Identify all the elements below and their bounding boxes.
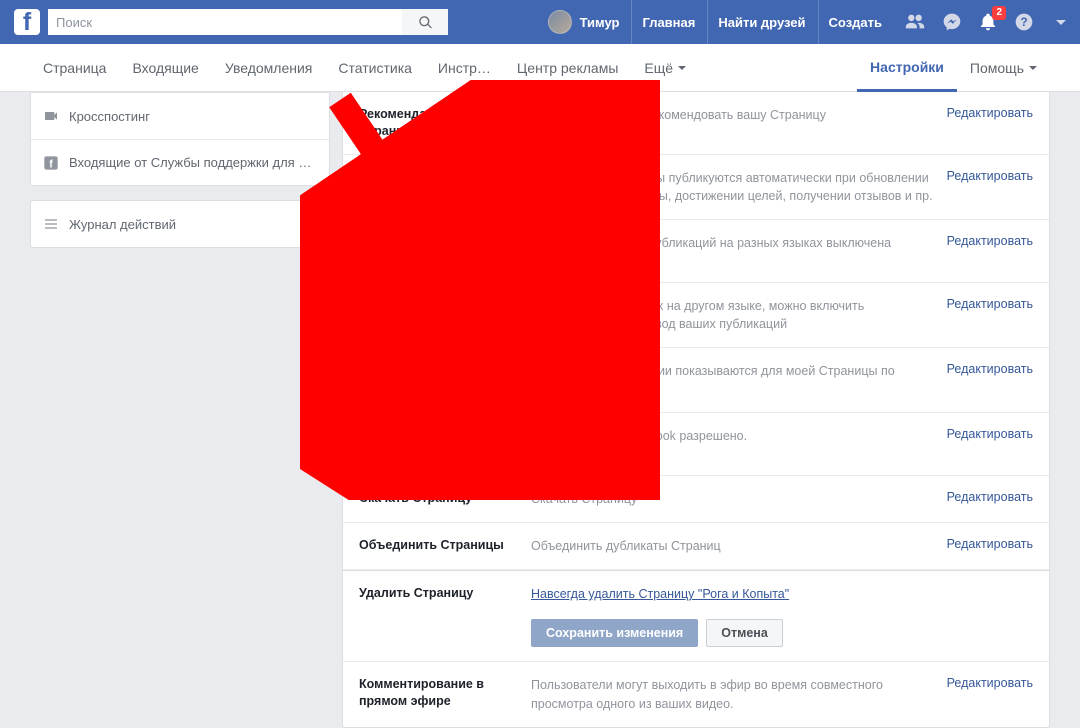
tab-ads[interactable]: Центр рекламы bbox=[504, 44, 631, 91]
edit-link[interactable]: Редактировать bbox=[947, 490, 1033, 504]
row-label: Автоматический перевод bbox=[359, 297, 519, 314]
svg-text:f: f bbox=[49, 158, 53, 170]
row-label: Скачать Страницу bbox=[359, 490, 519, 507]
row-body: Навсегда удалить Страницу "Рога и Копыта… bbox=[531, 585, 1033, 647]
sidebar-item-label: Журнал действий bbox=[69, 217, 176, 232]
search-input[interactable] bbox=[48, 9, 402, 35]
sidebar-item-crossposting[interactable]: Кросспостинг bbox=[31, 93, 329, 139]
sidebar-item-label: Кросспостинг bbox=[69, 109, 150, 124]
row-description: Скачать Страницу bbox=[531, 490, 935, 508]
edit-link[interactable]: Редактировать bbox=[947, 537, 1033, 551]
search-bar bbox=[48, 9, 448, 35]
sidebar-item-label: Входящие от Службы поддержки для Страниц… bbox=[69, 155, 317, 170]
tab-tools[interactable]: Инстр… bbox=[425, 44, 504, 91]
topbar-right: Тимур Главная Найти друзей Создать 2 ? bbox=[548, 0, 1066, 44]
sidebar-item-support-inbox[interactable]: f Входящие от Службы поддержки для Стран… bbox=[31, 139, 329, 185]
row-comment-ranking: Рейтинг комментариев Новейшие комментари… bbox=[343, 348, 1049, 413]
row-label: Обновления Страницы bbox=[359, 169, 519, 186]
row-label: Публикации на разных языках bbox=[359, 234, 519, 268]
row-similar-pages: Рекомендации похожих Страниц Укажите, мо… bbox=[343, 92, 1049, 155]
tab-more[interactable]: Ещё bbox=[631, 44, 699, 91]
row-label: Комментирование в прямом эфире bbox=[359, 676, 519, 710]
row-description: Укажите, можно ли рекомендовать вашу Стр… bbox=[531, 106, 935, 124]
svg-text:?: ? bbox=[1020, 16, 1027, 29]
avatar[interactable] bbox=[548, 10, 572, 34]
save-changes-button[interactable]: Сохранить изменения bbox=[531, 619, 698, 647]
tab-insights[interactable]: Статистика bbox=[325, 44, 425, 91]
edit-link[interactable]: Редактировать bbox=[947, 297, 1033, 311]
row-live-commenting: Комментирование в прямом эфире Пользоват… bbox=[343, 662, 1049, 726]
cancel-button[interactable]: Отмена bbox=[706, 619, 783, 647]
friends-icon[interactable] bbox=[904, 11, 926, 33]
notifications-badge: 2 bbox=[992, 6, 1006, 20]
search-button[interactable] bbox=[402, 9, 448, 35]
edit-link[interactable]: Редактировать bbox=[947, 427, 1033, 441]
row-delete-page: Удалить Страницу Навсегда удалить Страни… bbox=[343, 570, 1049, 662]
sidebar-item-activity-log[interactable]: Журнал действий bbox=[31, 201, 329, 247]
row-description: Новейшие комментарии показываются для мо… bbox=[531, 362, 935, 398]
tab-inbox[interactable]: Входящие bbox=[119, 44, 211, 91]
nav-find-friends[interactable]: Найти друзей bbox=[707, 0, 815, 44]
edit-link[interactable]: Редактировать bbox=[947, 106, 1033, 120]
help-icon[interactable]: ? bbox=[1014, 12, 1034, 32]
account-menu-caret[interactable] bbox=[1056, 20, 1066, 25]
edit-link[interactable]: Редактировать bbox=[947, 234, 1033, 248]
row-label: Объединить Страницы bbox=[359, 537, 519, 554]
row-label: Удалить Страницу bbox=[359, 585, 519, 602]
row-description: Функция написания публикаций на разных я… bbox=[531, 234, 935, 252]
row-label: Рейтинг комментариев bbox=[359, 362, 519, 379]
video-icon bbox=[43, 108, 59, 124]
row-merge-pages: Объединить Страницы Объединить дубликаты… bbox=[343, 523, 1049, 570]
row-description: Обновления Страницы публикуются автомати… bbox=[531, 169, 935, 205]
tab-settings[interactable]: Настройки bbox=[857, 44, 957, 92]
row-description: Для людей, говорящих на другом языке, мо… bbox=[531, 297, 935, 333]
delete-page-link[interactable]: Навсегда удалить Страницу "Рога и Копыта… bbox=[531, 587, 789, 601]
tab-page[interactable]: Страница bbox=[30, 44, 119, 91]
search-icon bbox=[418, 15, 433, 30]
settings-sidebar: Кросспостинг f Входящие от Службы поддер… bbox=[30, 92, 330, 728]
edit-link[interactable]: Редактировать bbox=[947, 676, 1033, 690]
row-description: Объединить дубликаты Страниц bbox=[531, 537, 935, 555]
row-description: Пользователи могут выходить в эфир во вр… bbox=[531, 676, 935, 712]
nav-create[interactable]: Создать bbox=[818, 0, 892, 44]
edit-link[interactable]: Редактировать bbox=[947, 169, 1033, 183]
row-label: Распространение контента bbox=[359, 427, 519, 461]
content-area: Кросспостинг f Входящие от Службы поддер… bbox=[0, 92, 1080, 728]
list-icon bbox=[43, 216, 59, 232]
row-description: Скачивание на Facebook разрешено. bbox=[531, 427, 935, 445]
notifications-icon[interactable]: 2 bbox=[978, 12, 998, 32]
topbar: f Тимур Главная Найти друзей Создать 2 ? bbox=[0, 0, 1080, 44]
row-multilanguage: Публикации на разных языках Функция напи… bbox=[343, 220, 1049, 283]
tab-help[interactable]: Помощь bbox=[957, 44, 1050, 91]
open-external-icon bbox=[301, 216, 317, 232]
row-label: Рекомендации похожих Страниц bbox=[359, 106, 519, 140]
page-tabs: Страница Входящие Уведомления Статистика… bbox=[0, 44, 1080, 92]
username-link[interactable]: Тимур bbox=[578, 0, 630, 44]
row-page-updates: Обновления Страницы Обновления Страницы … bbox=[343, 155, 1049, 220]
tab-notifications[interactable]: Уведомления bbox=[212, 44, 326, 91]
messenger-icon[interactable] bbox=[942, 12, 962, 32]
topbar-icons: 2 ? bbox=[904, 11, 1066, 33]
row-auto-translate: Автоматический перевод Для людей, говоря… bbox=[343, 283, 1049, 348]
row-download-page: Скачать Страницу Скачать Страницу Редакт… bbox=[343, 476, 1049, 523]
edit-link[interactable]: Редактировать bbox=[947, 362, 1033, 376]
nav-home[interactable]: Главная bbox=[631, 0, 705, 44]
settings-panel: Рекомендации похожих Страниц Укажите, мо… bbox=[342, 92, 1050, 728]
facebook-logo[interactable]: f bbox=[14, 9, 40, 35]
row-content-distribution: Распространение контента Скачивание на F… bbox=[343, 413, 1049, 476]
facebook-square-icon: f bbox=[43, 155, 59, 171]
